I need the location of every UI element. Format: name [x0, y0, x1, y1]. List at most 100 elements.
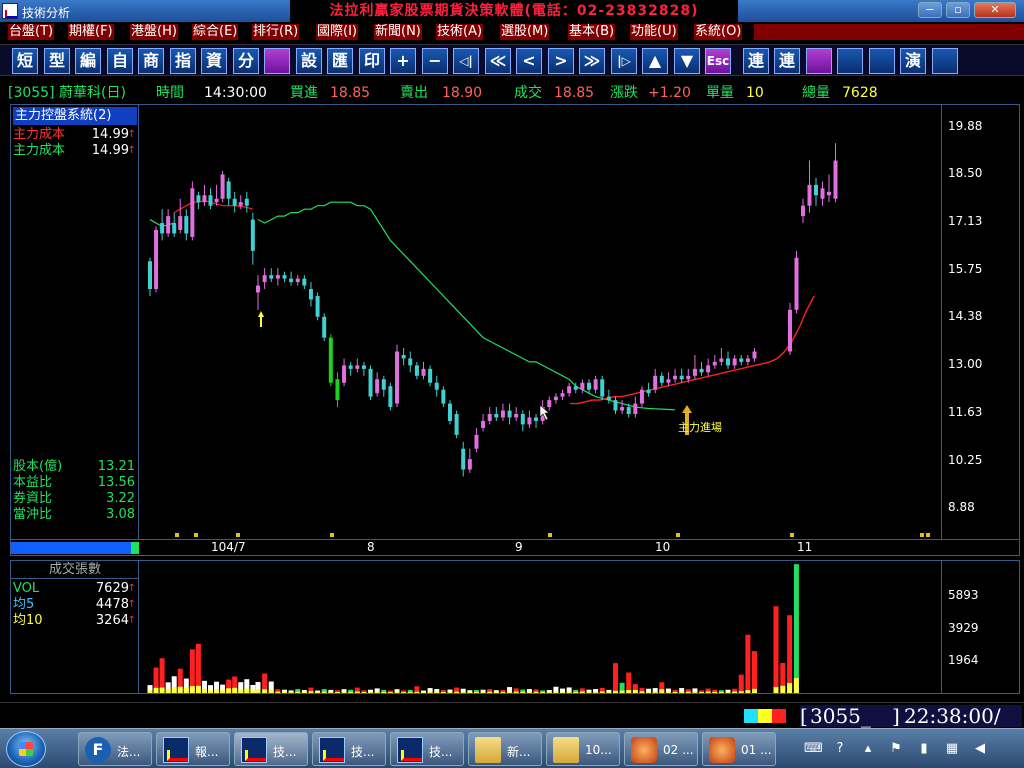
menu-item-10[interactable]: 功能(U)	[630, 24, 678, 40]
system-title[interactable]: 主力控盤系統(2)	[13, 107, 137, 125]
volume-avg-bar	[454, 691, 460, 693]
last-button[interactable]: |▷	[611, 48, 637, 74]
menu-item-3[interactable]: 綜合(E)	[192, 24, 239, 40]
escape-button[interactable]: Esc	[705, 48, 731, 74]
taskbar-item[interactable]: 技...	[234, 732, 308, 766]
volume-avg-bar	[238, 689, 244, 693]
expand-icon[interactable]: ▴	[860, 741, 876, 757]
taskbar-item[interactable]: 技...	[312, 732, 386, 766]
print-button[interactable]: 印	[359, 48, 385, 74]
first-button[interactable]: ◁|	[453, 48, 479, 74]
demo-button[interactable]: 演	[900, 48, 926, 74]
start-button[interactable]	[6, 731, 46, 767]
candle-body	[342, 365, 347, 383]
unlock-button[interactable]	[837, 48, 863, 74]
menu-item-8[interactable]: 選股(M)	[500, 24, 550, 40]
date-tick-label: 104/7	[211, 540, 246, 554]
network-icon[interactable]: ▦	[944, 741, 960, 757]
candlestick-plot[interactable]: 主力進場	[140, 105, 940, 539]
down-button[interactable]: ▼	[674, 48, 700, 74]
candle-body	[154, 229, 159, 290]
info-button[interactable]: 資	[201, 48, 227, 74]
volume-icon[interactable]: ◀	[972, 741, 988, 757]
menu-item-7[interactable]: 技術(A)	[436, 24, 484, 40]
menu-item-2[interactable]: 港盤(H)	[130, 24, 178, 40]
scroll-position-bar[interactable]	[11, 542, 133, 554]
volume-avg-bar	[407, 691, 413, 693]
export-button[interactable]: 匯	[327, 48, 353, 74]
volume-avg-bar	[626, 690, 632, 693]
taskbar-item[interactable]: 02 ...	[624, 732, 698, 766]
total-value: 7628	[842, 85, 878, 101]
menu-item-6[interactable]: 新聞(N)	[374, 24, 422, 40]
edit-button[interactable]: 編	[75, 48, 101, 74]
volume-bar	[773, 606, 779, 693]
menu-item-9[interactable]: 基本(B)	[568, 24, 616, 40]
volume-side-panel: 成交張數 VOL 7629 ↑ 均5 4478 ↑ 均10 3264 ↑	[11, 561, 139, 693]
product-button[interactable]: 商	[138, 48, 164, 74]
taskbar-item[interactable]: 技...	[390, 732, 464, 766]
battery-icon[interactable]: ▮	[916, 741, 932, 757]
taskbar-item[interactable]: 01 ...	[702, 732, 776, 766]
stat-label: 券資比	[13, 491, 53, 506]
forward-button[interactable]: >	[548, 48, 574, 74]
pattern-button[interactable]: 型	[44, 48, 70, 74]
restore-button[interactable]: ▫	[946, 2, 970, 18]
tools-button[interactable]	[869, 48, 895, 74]
menu-item-1[interactable]: 期權(F)	[68, 24, 114, 40]
candle-body	[686, 375, 691, 380]
fast-forward-button[interactable]: ≫	[579, 48, 605, 74]
keyboard-icon[interactable]: ⌨	[804, 741, 823, 757]
title-bar[interactable]: 技術分析 法拉利贏家股票期貨決策軟體(電話：02-23832828) − ▫ ✕	[0, 0, 1024, 22]
short-term-button[interactable]: 短	[12, 48, 38, 74]
custom-button[interactable]: 自	[107, 48, 133, 74]
candle-body	[208, 195, 213, 206]
chart-button[interactable]	[264, 48, 290, 74]
volume-avg-bar	[473, 691, 479, 693]
candle-body	[600, 379, 605, 397]
help-icon[interactable]: ?	[832, 741, 848, 757]
volume-avg-bar	[787, 682, 793, 693]
exit-button[interactable]	[932, 48, 958, 74]
taskbar-item[interactable]: 新...	[468, 732, 542, 766]
last-label: 成交	[514, 85, 542, 101]
candle-body	[289, 278, 294, 283]
taskbar-item[interactable]: 10...	[546, 732, 620, 766]
app-icon[interactable]	[2, 3, 18, 19]
close-button[interactable]: ✕	[974, 2, 1016, 18]
flag-icon[interactable]: ⚑	[888, 741, 904, 757]
index-button[interactable]: 指	[170, 48, 196, 74]
candle-body	[794, 257, 799, 310]
fast-back-button[interactable]: ≪	[485, 48, 511, 74]
back-button[interactable]: <	[516, 48, 542, 74]
volume-avg-bar	[401, 692, 407, 693]
price-tick-label: 19.88	[948, 118, 983, 133]
volume-avg-bar	[189, 686, 195, 693]
menu-item-0[interactable]: 台盤(T)	[8, 24, 55, 40]
link-button[interactable]: 連	[743, 48, 769, 74]
minimize-button[interactable]: −	[918, 2, 942, 18]
taskbar-item[interactable]: 報...	[156, 732, 230, 766]
menu-item-11[interactable]: 系統(O)	[694, 24, 743, 40]
candle-body	[262, 275, 267, 283]
volume-avg-bar	[718, 692, 724, 693]
up-button[interactable]: ▲	[642, 48, 668, 74]
volume-plot[interactable]	[140, 561, 940, 693]
zoom-in-button[interactable]: +	[390, 48, 416, 74]
taskbar-item[interactable]: F 法...	[78, 732, 152, 766]
candle-body	[673, 375, 678, 380]
volume-avg-bar	[652, 691, 658, 693]
volume-avg-bar	[295, 691, 301, 693]
volume-avg-bar	[712, 691, 718, 693]
volume-avg-bar	[606, 691, 612, 693]
menu-item-4[interactable]: 排行(R)	[252, 24, 300, 40]
window-button[interactable]	[806, 48, 832, 74]
candle-body	[172, 223, 177, 234]
link2-button[interactable]: 連	[774, 48, 800, 74]
menu-item-5[interactable]: 國際(I)	[316, 24, 358, 40]
taskbar-item-label: 01 ...	[741, 743, 772, 757]
analysis-button[interactable]: 分	[233, 48, 259, 74]
scroll-thumb[interactable]	[131, 542, 139, 554]
settings-button[interactable]: 設	[296, 48, 322, 74]
zoom-out-button[interactable]: −	[422, 48, 448, 74]
